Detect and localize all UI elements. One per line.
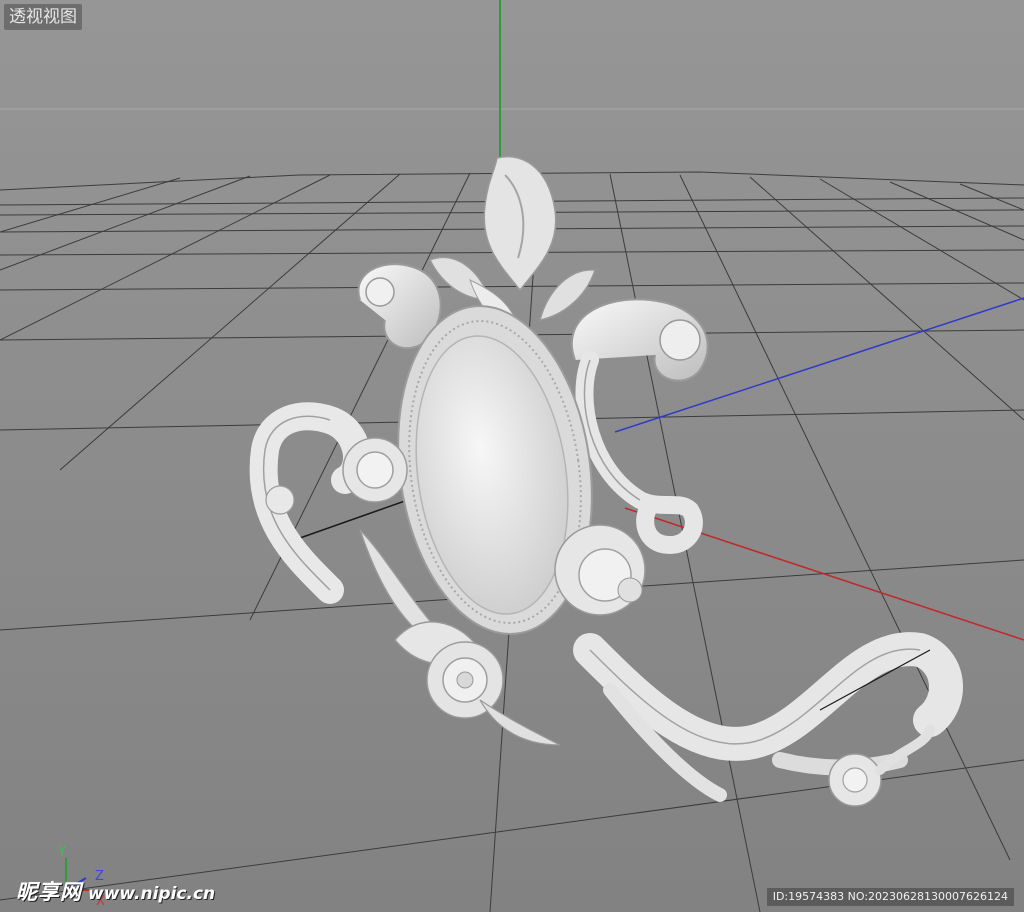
watermark: 昵享网 www.nipic.cn: [16, 876, 215, 906]
perspective-scene[interactable]: Y Z X: [0, 0, 1024, 912]
image-id-badge: ID:19574383 NO:20230628130007626124: [766, 888, 1014, 906]
watermark-logo: 昵享网: [16, 880, 82, 904]
ornament-model[interactable]: [249, 155, 963, 807]
3d-viewport[interactable]: Y Z X 透视视图 昵享网 www.nipic.cn ID:19574383 …: [0, 0, 1024, 912]
axis-gizmo-y-label: Y: [57, 845, 66, 860]
view-mode-label[interactable]: 透视视图: [4, 4, 82, 30]
watermark-site: www.nipic.cn: [88, 884, 216, 904]
